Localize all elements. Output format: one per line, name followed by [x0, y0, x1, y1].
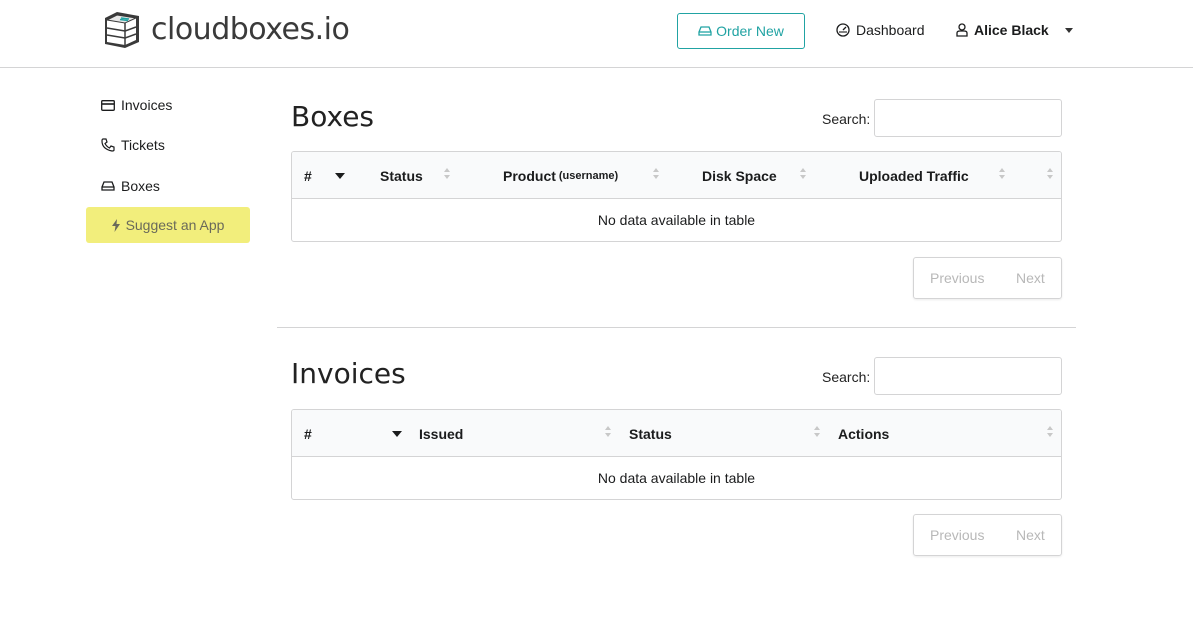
- col-issued[interactable]: Issued: [419, 410, 463, 457]
- sort-icon: [1047, 168, 1055, 182]
- order-new-label: Order New: [716, 23, 784, 39]
- user-icon: [956, 23, 968, 37]
- sidebar-item-boxes[interactable]: Boxes: [101, 178, 160, 194]
- sort-icon: [1047, 426, 1055, 440]
- sort-icon: [800, 168, 808, 182]
- top-navbar: cloudboxes.io Order New Dashboard Alice …: [0, 0, 1193, 68]
- invoices-search-label: Search:: [822, 369, 871, 385]
- nav-dashboard-label: Dashboard: [856, 22, 925, 38]
- table-header: # Status Product (username) Disk Space U…: [292, 152, 1061, 199]
- nav-dashboard[interactable]: Dashboard: [836, 22, 925, 38]
- user-menu-dropdown[interactable]: Alice Black: [956, 22, 1073, 38]
- col-number[interactable]: #: [304, 152, 312, 199]
- table-header: # Issued Status Actions: [292, 410, 1061, 457]
- sidebar-item-label: Invoices: [121, 97, 173, 113]
- credit-card-icon: [101, 99, 115, 111]
- sidebar-item-label: Tickets: [121, 137, 165, 153]
- boxes-title: Boxes: [291, 100, 375, 133]
- sidebar-item-tickets[interactable]: Tickets: [101, 137, 165, 153]
- suggest-app-button[interactable]: Suggest an App: [86, 207, 250, 243]
- invoices-search-input[interactable]: [874, 357, 1062, 395]
- dashboard-icon: [836, 23, 850, 37]
- col-product[interactable]: Product (username): [503, 152, 618, 199]
- invoices-table: # Issued Status Actions No data availabl…: [291, 409, 1062, 500]
- cloudbox-logo-icon: [105, 12, 139, 48]
- hdd-icon: [101, 181, 115, 191]
- sort-icon: [999, 168, 1007, 182]
- phone-icon: [101, 138, 115, 152]
- col-status[interactable]: Status: [629, 410, 672, 457]
- sort-icon: [814, 426, 822, 440]
- brand-logo[interactable]: cloudboxes.io: [101, 8, 350, 50]
- boxes-search-input[interactable]: [874, 99, 1062, 137]
- brand-name: cloudboxes.io: [151, 11, 350, 47]
- col-product-suffix: (username): [558, 169, 619, 182]
- col-status[interactable]: Status: [380, 152, 423, 199]
- sort-desc-icon: [335, 173, 345, 179]
- boxes-search-label: Search:: [822, 111, 871, 127]
- sort-icon: [605, 426, 613, 440]
- next-page-button[interactable]: Next: [1016, 527, 1045, 543]
- lightning-icon: [111, 218, 120, 232]
- section-divider: [277, 327, 1076, 328]
- col-actions[interactable]: Actions: [838, 410, 889, 457]
- sidebar-item-invoices[interactable]: Invoices: [101, 97, 172, 113]
- col-number[interactable]: #: [304, 410, 312, 457]
- sort-desc-icon: [392, 431, 402, 437]
- boxes-pagination: Previous Next: [913, 257, 1062, 299]
- previous-page-button[interactable]: Previous: [930, 270, 984, 286]
- empty-table-message: No data available in table: [597, 470, 756, 486]
- col-uploaded-traffic[interactable]: Uploaded Traffic: [859, 152, 969, 199]
- sort-icon: [444, 168, 452, 182]
- order-new-button[interactable]: Order New: [677, 13, 805, 49]
- hdd-icon: [698, 26, 712, 36]
- sort-icon: [653, 168, 661, 182]
- invoices-pagination: Previous Next: [913, 514, 1062, 556]
- sidebar-item-label: Boxes: [121, 178, 160, 194]
- user-name: Alice Black: [974, 22, 1049, 38]
- col-product-label: Product: [503, 167, 556, 184]
- empty-table-message: No data available in table: [597, 212, 756, 228]
- next-page-button[interactable]: Next: [1016, 270, 1045, 286]
- col-disk-space[interactable]: Disk Space: [702, 152, 777, 199]
- invoices-title: Invoices: [291, 357, 406, 390]
- previous-page-button[interactable]: Previous: [930, 527, 984, 543]
- boxes-table: # Status Product (username) Disk Space U…: [291, 151, 1062, 242]
- suggest-app-label: Suggest an App: [125, 217, 225, 233]
- chevron-down-icon: [1064, 27, 1073, 33]
